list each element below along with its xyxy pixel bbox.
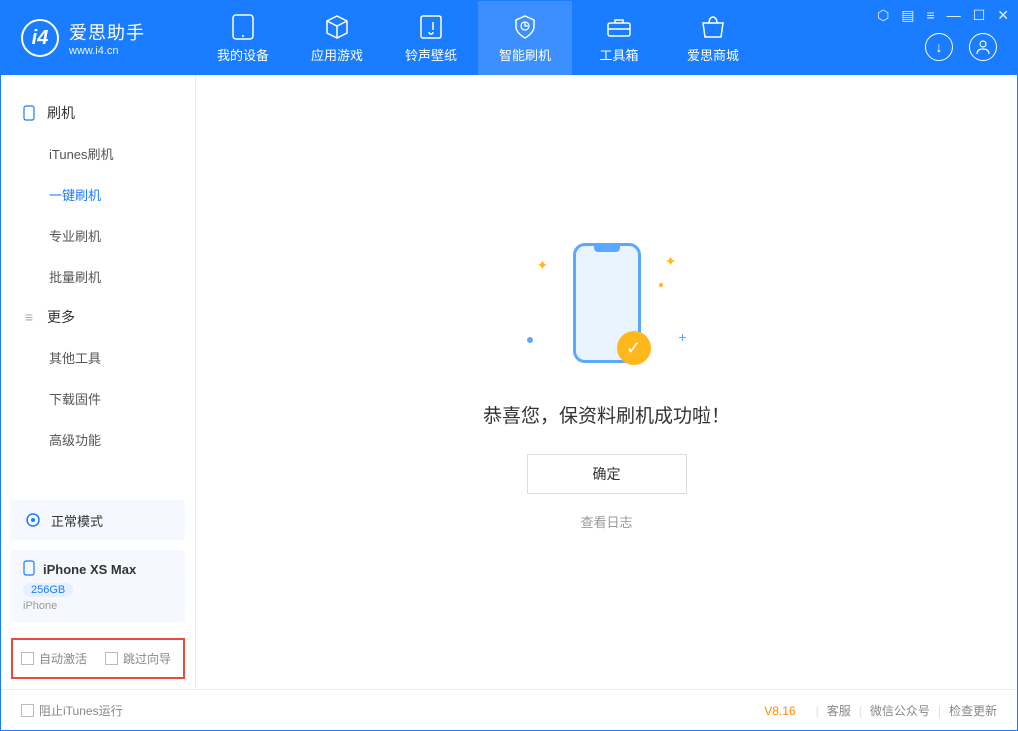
store-icon <box>699 13 727 41</box>
nav-tab-apps[interactable]: 应用游戏 <box>290 1 384 75</box>
sidebar: 刷机 iTunes刷机 一键刷机 专业刷机 批量刷机 ≡ 更多 其他工具 下载固… <box>1 75 196 689</box>
cube-icon <box>323 13 351 41</box>
checkmark-badge-icon: ✓ <box>617 331 651 365</box>
success-message: 恭喜您，保资料刷机成功啦！ <box>483 401 730 428</box>
sparkle-icon: ✦ <box>537 257 549 274</box>
sidebar-group-more: ≡ 更多 <box>1 297 195 337</box>
checkbox-icon <box>105 652 118 665</box>
sidebar-item-advanced[interactable]: 高级功能 <box>1 419 195 460</box>
body-area: 刷机 iTunes刷机 一键刷机 专业刷机 批量刷机 ≡ 更多 其他工具 下载固… <box>1 75 1017 689</box>
device-info-block[interactable]: iPhone XS Max 256GB iPhone <box>11 550 185 622</box>
footer-link-wechat[interactable]: 微信公众号 <box>870 702 930 719</box>
nav-tab-ringtones[interactable]: 铃声壁纸 <box>384 1 478 75</box>
footer-link-support[interactable]: 客服 <box>827 702 851 719</box>
footer-left: 阻止iTunes运行 <box>21 702 123 719</box>
shirt-icon[interactable]: ⬡ <box>877 7 889 24</box>
nav-tab-store[interactable]: 爱思商城 <box>666 1 760 75</box>
app-website: www.i4.cn <box>69 45 145 57</box>
dot-icon <box>527 337 533 343</box>
checkbox-icon <box>21 652 34 665</box>
nav-tab-device[interactable]: 我的设备 <box>196 1 290 75</box>
checkbox-block-itunes[interactable]: 阻止iTunes运行 <box>21 702 123 719</box>
footer-link-update[interactable]: 检查更新 <box>949 702 997 719</box>
menu-icon[interactable]: ≡ <box>927 7 935 24</box>
user-icon[interactable] <box>969 33 997 61</box>
sparkle-icon: ✦ <box>665 253 677 270</box>
toolbox-icon <box>605 13 633 41</box>
app-name: 爱思助手 <box>69 19 145 45</box>
sidebar-item-oneclick-flash[interactable]: 一键刷机 <box>1 174 195 215</box>
close-button[interactable]: ✕ <box>997 7 1009 24</box>
list-icon[interactable]: ▤ <box>901 7 914 24</box>
nav-tab-flash[interactable]: 智能刷机 <box>478 1 572 75</box>
dot-icon <box>659 283 663 287</box>
view-log-link[interactable]: 查看日志 <box>580 512 632 531</box>
sidebar-item-pro-flash[interactable]: 专业刷机 <box>1 215 195 256</box>
device-icon <box>229 13 257 41</box>
sidebar-options-highlighted: 自动激活 跳过向导 <box>11 638 185 679</box>
sparkle-icon: + <box>678 329 686 345</box>
version-label: V8.16 <box>764 704 795 718</box>
footer-right: V8.16 | 客服 | 微信公众号 | 检查更新 <box>764 702 997 719</box>
app-logo-icon: i4 <box>21 19 59 57</box>
footer: 阻止iTunes运行 V8.16 | 客服 | 微信公众号 | 检查更新 <box>1 689 1017 731</box>
main-content: ✦ ✦ + ✓ 恭喜您，保资料刷机成功啦！ 确定 查看日志 <box>196 75 1017 689</box>
nav-tab-toolbox[interactable]: 工具箱 <box>572 1 666 75</box>
device-storage-badge: 256GB <box>23 583 73 597</box>
app-header: i4 爱思助手 www.i4.cn 我的设备 应用游戏 铃声壁纸 智能刷机 工具… <box>1 1 1017 75</box>
phone-small-icon <box>23 560 35 579</box>
device-type: iPhone <box>23 600 173 612</box>
logo-area: i4 爱思助手 www.i4.cn <box>1 19 196 57</box>
shield-icon <box>511 13 539 41</box>
header-action-icons: ↓ <box>925 33 997 61</box>
device-name: iPhone XS Max <box>23 560 173 579</box>
sidebar-item-other-tools[interactable]: 其他工具 <box>1 337 195 378</box>
device-mode-block[interactable]: 正常模式 <box>11 500 185 540</box>
sidebar-item-itunes-flash[interactable]: iTunes刷机 <box>1 133 195 174</box>
phone-notch <box>594 246 620 252</box>
phone-icon <box>21 105 37 121</box>
ok-button[interactable]: 确定 <box>527 454 687 494</box>
maximize-button[interactable]: ☐ <box>973 7 986 24</box>
checkbox-icon <box>21 704 34 717</box>
sidebar-item-batch-flash[interactable]: 批量刷机 <box>1 256 195 297</box>
music-icon <box>417 13 445 41</box>
sidebar-item-download-fw[interactable]: 下载固件 <box>1 378 195 419</box>
checkbox-skip-guide[interactable]: 跳过向导 <box>105 650 171 667</box>
nav-tabs: 我的设备 应用游戏 铃声壁纸 智能刷机 工具箱 爱思商城 <box>196 1 760 75</box>
mode-icon <box>23 510 43 530</box>
logo-text: 爱思助手 www.i4.cn <box>69 19 145 57</box>
download-icon[interactable]: ↓ <box>925 33 953 61</box>
sidebar-scroll: 刷机 iTunes刷机 一键刷机 专业刷机 批量刷机 ≡ 更多 其他工具 下载固… <box>1 75 195 500</box>
success-illustration: ✦ ✦ + ✓ <box>507 233 707 373</box>
more-icon: ≡ <box>21 309 37 325</box>
checkbox-auto-activate[interactable]: 自动激活 <box>21 650 87 667</box>
sidebar-group-flash: 刷机 <box>1 93 195 133</box>
minimize-button[interactable]: — <box>947 7 961 24</box>
window-controls: ⬡ ▤ ≡ — ☐ ✕ <box>877 7 1009 24</box>
